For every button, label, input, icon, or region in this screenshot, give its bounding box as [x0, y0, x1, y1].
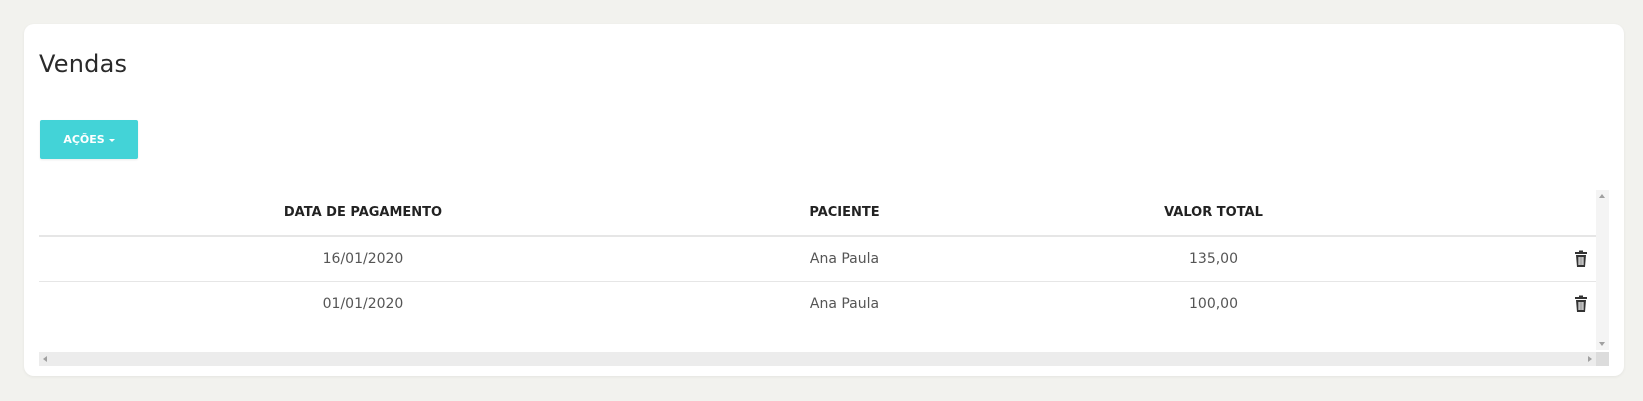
cell-total-value: 100,00: [1189, 296, 1238, 312]
actions-button-label: AÇÕES: [63, 133, 105, 146]
trash-icon[interactable]: [1571, 249, 1591, 269]
sales-table: DATA DE PAGAMENTO PACIENTE VALOR TOTAL 1…: [39, 190, 1596, 326]
scroll-down-arrow-icon[interactable]: [1599, 342, 1605, 346]
actions-dropdown-button[interactable]: AÇÕES: [40, 120, 138, 159]
scrollbar-corner: [1596, 352, 1609, 366]
vertical-scrollbar[interactable]: [1596, 190, 1609, 350]
page-title: Vendas: [39, 50, 128, 78]
table-row: 01/01/2020 Ana Paula 100,00: [39, 282, 1596, 327]
scroll-right-arrow-icon[interactable]: [1588, 356, 1592, 362]
cell-payment-date: 01/01/2020: [322, 296, 404, 312]
trash-icon[interactable]: [1571, 294, 1591, 314]
header-payment-date: DATA DE PAGAMENTO: [39, 190, 687, 237]
cell-total-value: 135,00: [1002, 236, 1425, 282]
horizontal-scrollbar[interactable]: [39, 352, 1596, 366]
cell-payment-date: 16/01/2020: [39, 236, 687, 282]
header-actions: [1425, 190, 1596, 237]
sales-table-container: DATA DE PAGAMENTO PACIENTE VALOR TOTAL 1…: [39, 190, 1609, 366]
caret-down-icon: [108, 138, 115, 142]
scroll-left-arrow-icon[interactable]: [43, 356, 47, 362]
scroll-up-arrow-icon[interactable]: [1599, 194, 1605, 198]
table-header-row: DATA DE PAGAMENTO PACIENTE VALOR TOTAL: [39, 190, 1596, 237]
cell-patient: Ana Paula: [809, 296, 880, 312]
cell-patient: Ana Paula: [687, 236, 1002, 282]
cell-actions: [1425, 236, 1596, 282]
cell-actions: [1425, 282, 1596, 327]
header-patient: PACIENTE: [687, 190, 1002, 237]
header-total-value: VALOR TOTAL: [1002, 190, 1425, 237]
table-row: 16/01/2020 Ana Paula 135,00: [39, 236, 1596, 282]
sales-card: Vendas AÇÕES DATA DE PAGAMENTO PACIENTE …: [24, 24, 1624, 376]
